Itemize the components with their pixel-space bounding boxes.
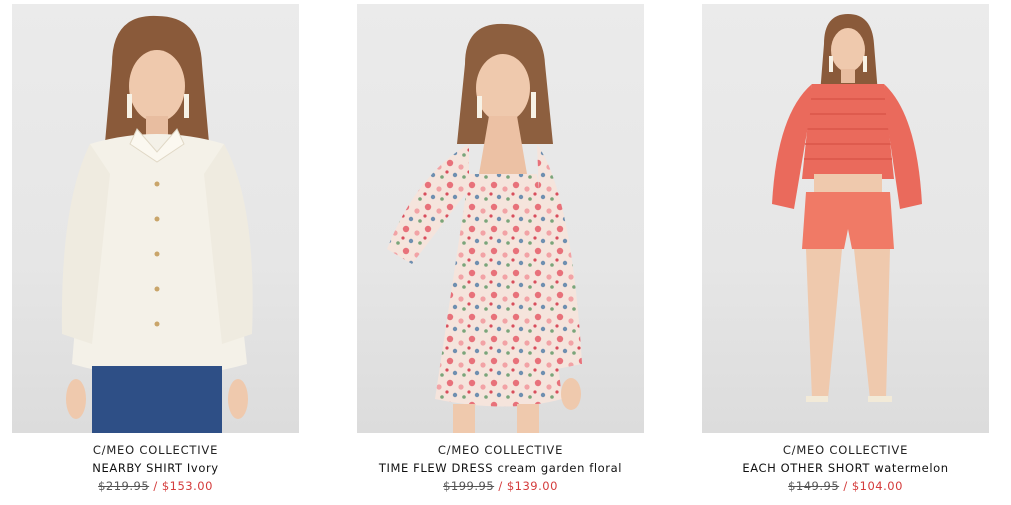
price-separator: / (153, 479, 158, 493)
price-separator: / (843, 479, 848, 493)
product-price: $149.95 / $104.00 (702, 479, 989, 493)
product-card[interactable]: C/MEO COLLECTIVE EACH OTHER SHORT waterm… (702, 4, 989, 493)
product-name[interactable]: NEARBY SHIRT Ivory (12, 461, 299, 475)
model-watermelon-short-figure (772, 14, 922, 402)
original-price: $219.95 (98, 479, 150, 493)
product-grid: C/MEO COLLECTIVE NEARBY SHIRT Ivory $219… (0, 0, 1011, 505)
sale-price: $139.00 (506, 479, 558, 493)
model-floral-dress-figure (387, 23, 582, 433)
original-price: $149.95 (788, 479, 840, 493)
original-price: $199.95 (443, 479, 495, 493)
product-brand[interactable]: C/MEO COLLECTIVE (357, 443, 644, 457)
product-card[interactable]: C/MEO COLLECTIVE NEARBY SHIRT Ivory $219… (12, 4, 299, 493)
product-brand[interactable]: C/MEO COLLECTIVE (702, 443, 989, 457)
model-ivory-shirt-figure (61, 15, 253, 433)
product-image[interactable] (702, 4, 989, 433)
product-image[interactable] (12, 4, 299, 433)
product-price: $219.95 / $153.00 (12, 479, 299, 493)
product-brand[interactable]: C/MEO COLLECTIVE (12, 443, 299, 457)
sale-price: $104.00 (851, 479, 903, 493)
price-separator: / (498, 479, 503, 493)
product-image[interactable] (357, 4, 644, 433)
product-price: $199.95 / $139.00 (357, 479, 644, 493)
product-card[interactable]: C/MEO COLLECTIVE TIME FLEW DRESS cream g… (357, 4, 644, 493)
product-name[interactable]: EACH OTHER SHORT watermelon (702, 461, 989, 475)
product-name[interactable]: TIME FLEW DRESS cream garden floral (357, 461, 644, 475)
sale-price: $153.00 (161, 479, 213, 493)
